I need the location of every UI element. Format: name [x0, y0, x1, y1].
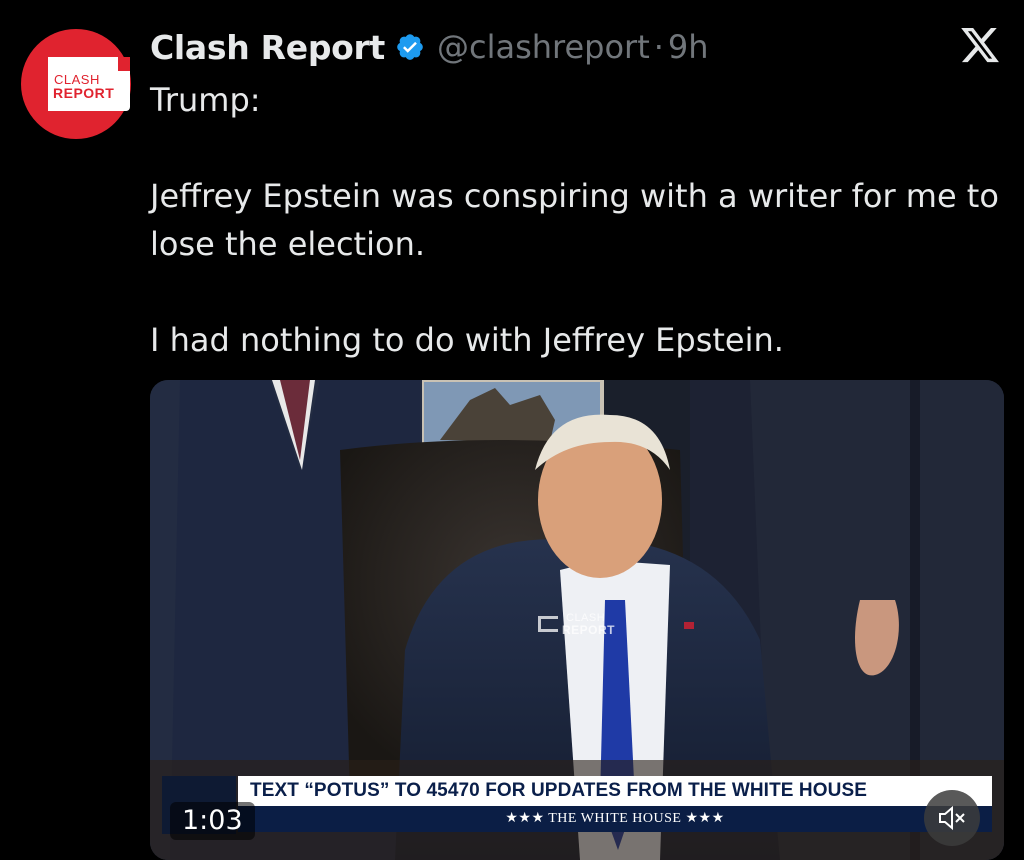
banner-subtext: ★★★ THE WHITE HOUSE ★★★	[238, 806, 992, 832]
video-duration: 1:03	[170, 802, 255, 840]
avatar[interactable]: CLASH REPORT	[21, 29, 131, 139]
author-handle[interactable]: @clashreport	[437, 28, 650, 66]
avatar-text-line2: REPORT	[53, 85, 115, 101]
x-logo-icon[interactable]	[958, 24, 1002, 66]
lower-third-banner: TEXT “POTUS” TO 45470 FOR UPDATES FROM T…	[162, 776, 992, 834]
speaker-muted-icon	[939, 805, 965, 831]
video-player[interactable]: CLASH REPORT TEXT “POTUS” TO 45470 FOR U…	[150, 380, 1004, 860]
post-time[interactable]: 9h	[668, 28, 709, 66]
author-name[interactable]: Clash Report	[150, 28, 385, 67]
separator-dot: ·	[653, 28, 664, 66]
banner-text: TEXT “POTUS” TO 45470 FOR UPDATES FROM T…	[238, 776, 992, 806]
watermark-line2: REPORT	[562, 623, 616, 637]
verified-badge-icon	[397, 34, 423, 60]
mute-button[interactable]	[924, 790, 980, 846]
tweet-text: Trump: Jeffrey Epstein was conspiring wi…	[150, 76, 1000, 364]
tweet-header: Clash Report @clashreport · 9h	[150, 26, 709, 68]
tweet-paragraph: I had nothing to do with Jeffrey Epstein…	[150, 321, 784, 359]
tweet-paragraph: Jeffrey Epstein was conspiring with a wr…	[150, 177, 999, 263]
tweet-paragraph: Trump:	[150, 81, 261, 119]
